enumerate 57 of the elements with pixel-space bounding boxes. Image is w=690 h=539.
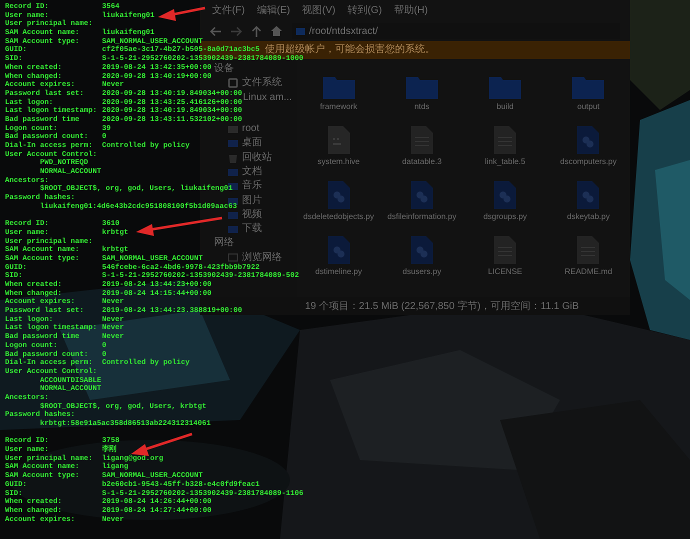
file-name[interactable]: output bbox=[552, 102, 624, 112]
up-icon[interactable] bbox=[252, 26, 261, 36]
script-file-icon[interactable] bbox=[577, 126, 600, 154]
file-name[interactable]: dsgroups.py bbox=[469, 212, 542, 222]
menu-item[interactable]: 编辑(E) bbox=[256, 3, 290, 18]
file-name[interactable]: dsusers.py bbox=[386, 267, 458, 277]
section-heading: 网络 bbox=[214, 238, 234, 248]
script-file-icon[interactable] bbox=[410, 236, 433, 264]
file-name[interactable]: datatable.3 bbox=[386, 157, 458, 167]
monitor-icon bbox=[228, 252, 238, 263]
script-file-icon[interactable] bbox=[328, 236, 350, 264]
forward-icon[interactable] bbox=[231, 26, 242, 36]
arrow-annotation bbox=[131, 432, 192, 456]
sidebar-item[interactable]: 文件系统 bbox=[242, 78, 282, 88]
file-name[interactable]: dskeytab.py bbox=[552, 212, 624, 222]
file-name[interactable]: build bbox=[469, 102, 542, 112]
menu-item[interactable]: 转到(G) bbox=[347, 3, 382, 18]
script-file-icon[interactable] bbox=[328, 181, 350, 209]
sidebar-item[interactable]: root bbox=[242, 124, 260, 134]
menu-item[interactable]: 文件(F) bbox=[212, 3, 245, 18]
document-icon[interactable] bbox=[494, 236, 516, 264]
file-name[interactable]: dsfileinformation.py bbox=[386, 212, 458, 222]
sidebar-item[interactable]: 文档 bbox=[242, 166, 262, 177]
file-name[interactable]: ntds bbox=[386, 102, 458, 112]
home-icon[interactable] bbox=[271, 26, 282, 36]
trash-icon bbox=[228, 152, 238, 163]
file-name[interactable]: dsdeletedobjects.py bbox=[302, 212, 375, 222]
file-name[interactable]: framework bbox=[302, 102, 375, 112]
file-name[interactable]: system.hive bbox=[302, 157, 375, 167]
sidebar-item[interactable]: 视频 bbox=[242, 210, 262, 220]
document-icon[interactable] bbox=[410, 126, 433, 154]
sidebar-item[interactable]: 下载 bbox=[242, 224, 262, 234]
sidebar-item[interactable]: 图片 bbox=[242, 196, 262, 206]
sidebar-item[interactable]: 桌面 bbox=[242, 138, 262, 148]
document-icon[interactable] bbox=[577, 236, 600, 264]
file-name[interactable]: link_table.5 bbox=[469, 157, 542, 167]
arrow-annotation bbox=[158, 6, 206, 21]
warning-text: 使用超级帐户，可能会损害您的系统。 bbox=[265, 45, 435, 55]
sidebar-item[interactable]: Linux am... bbox=[243, 92, 292, 103]
status-text: 19 个项目：21.5 MiB (22,567,850 字节)，可用空间：11.1 GiB bbox=[305, 300, 579, 314]
sidebar-item[interactable]: 浏览网络 bbox=[242, 252, 282, 263]
script-file-icon[interactable] bbox=[494, 181, 516, 209]
path-text: /root/ntdsxtract/ bbox=[309, 24, 378, 38]
menu-item[interactable]: 视图(V) bbox=[302, 3, 336, 18]
back-icon[interactable] bbox=[210, 26, 221, 36]
document-icon[interactable] bbox=[328, 126, 350, 154]
script-file-icon[interactable] bbox=[410, 181, 433, 209]
sidebar-item[interactable]: 回收站 bbox=[242, 152, 272, 163]
script-file-icon[interactable] bbox=[577, 181, 600, 209]
document-icon[interactable] bbox=[494, 126, 516, 154]
file-name[interactable]: LICENSE bbox=[469, 267, 542, 277]
file-name[interactable]: README.md bbox=[552, 267, 624, 277]
section-heading: 设备 bbox=[214, 64, 234, 74]
menu-item[interactable]: 帮助(H) bbox=[394, 3, 428, 18]
sidebar-item[interactable]: 音乐 bbox=[242, 181, 262, 192]
file-name[interactable]: dstimeline.py bbox=[302, 267, 375, 277]
file-name[interactable]: dscomputers.py bbox=[552, 157, 624, 167]
